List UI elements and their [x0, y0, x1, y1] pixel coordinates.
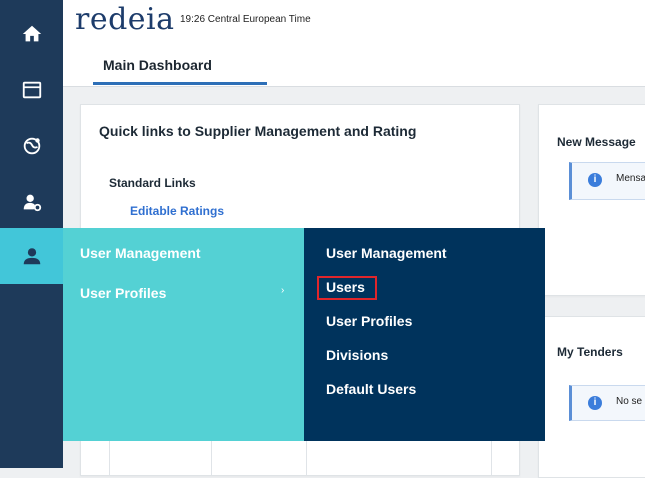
- message-item[interactable]: i Mensa: [569, 162, 645, 200]
- my-tenders-panel: My Tenders i No se: [538, 316, 645, 478]
- info-icon: i: [588, 173, 602, 187]
- user-management-button[interactable]: [0, 228, 63, 284]
- submenu-item-user-profiles[interactable]: User Profiles: [326, 313, 412, 329]
- panel-title: Quick links to Supplier Management and R…: [99, 123, 417, 139]
- section-title: Standard Links: [109, 176, 196, 190]
- time-display: 19:26 Central European Time: [180, 14, 311, 25]
- menu-item-user-management[interactable]: User Management: [80, 245, 201, 261]
- home-icon: [22, 25, 41, 42]
- selection-highlight-box: [317, 276, 377, 300]
- info-icon: i: [588, 396, 602, 410]
- home-button[interactable]: [0, 8, 63, 60]
- flyout-menu-level1: User Management User Profiles ›: [63, 228, 304, 441]
- panel-title: New Message: [557, 135, 636, 149]
- submenu-item-default-users[interactable]: Default Users: [326, 381, 416, 397]
- message-text: Mensa: [616, 173, 645, 184]
- table-divider: [306, 437, 307, 475]
- dashboard-button[interactable]: [0, 64, 63, 116]
- new-message-panel: New Message i Mensa: [538, 104, 645, 296]
- left-nav-rail: [0, 0, 63, 468]
- global-button[interactable]: [0, 120, 63, 172]
- editable-ratings-link[interactable]: Editable Ratings: [130, 204, 224, 218]
- table-divider: [109, 437, 110, 475]
- tab-main-dashboard[interactable]: Main Dashboard: [103, 57, 212, 73]
- flyout-menu-level2: User Management Users User Profiles Divi…: [304, 228, 545, 441]
- tender-info-box: i No se: [569, 385, 645, 421]
- user-settings-icon: [23, 194, 41, 212]
- user-settings-button[interactable]: [0, 176, 63, 228]
- top-header: redeia 19:26 Central European Time Main …: [63, 0, 645, 87]
- table-divider: [491, 437, 492, 475]
- menu-item-user-profiles[interactable]: User Profiles: [80, 285, 166, 301]
- dashboard-icon: [22, 81, 41, 99]
- logo: redeia: [75, 2, 175, 37]
- chevron-right-icon: ›: [281, 285, 285, 296]
- table-divider: [211, 437, 212, 475]
- submenu-item-divisions[interactable]: Divisions: [326, 347, 388, 363]
- panel-title: My Tenders: [557, 345, 623, 359]
- active-tab-indicator: [93, 82, 267, 85]
- user-icon: [23, 248, 40, 265]
- global-icon: [23, 137, 40, 155]
- submenu-item-user-management[interactable]: User Management: [326, 245, 447, 261]
- tender-text: No se: [616, 396, 643, 407]
